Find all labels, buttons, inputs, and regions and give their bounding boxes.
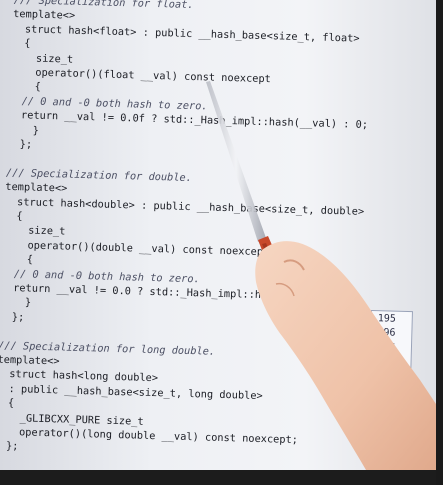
presenter-hand — [255, 241, 436, 470]
presenter-arm — [255, 241, 436, 470]
right-frame-border — [436, 0, 443, 485]
lecture-photo: /// Specialization for float. template<> … — [0, 0, 443, 485]
bottom-frame-border — [0, 470, 443, 485]
